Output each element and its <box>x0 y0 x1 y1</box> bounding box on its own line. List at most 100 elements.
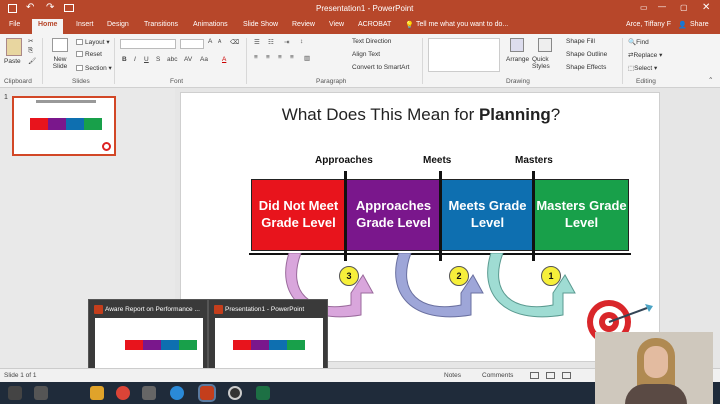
align-left-icon[interactable]: ≡ <box>254 54 258 61</box>
screencast-icon[interactable] <box>34 386 48 400</box>
text-direction-button[interactable]: Text Direction <box>352 38 391 45</box>
tab-slide-show[interactable]: Slide Show <box>243 21 278 28</box>
curved-arrow-1 <box>487 253 576 318</box>
ribbon-options-icon[interactable]: ▭ <box>640 3 648 12</box>
replace-button[interactable]: ⇄Replace ▾ <box>628 51 662 59</box>
redo-icon[interactable]: ↷ <box>46 2 54 13</box>
font-size-field[interactable] <box>180 39 204 49</box>
notes-button[interactable]: Notes <box>444 372 461 379</box>
box-meets[interactable]: Meets Grade Level <box>441 179 534 251</box>
reading-view-icon[interactable] <box>562 372 571 379</box>
quick-styles-button[interactable]: Quick Styles <box>532 56 554 70</box>
format-painter-icon[interactable]: 🖌 <box>28 57 36 65</box>
strikethrough-icon[interactable]: abc <box>167 56 177 63</box>
powerpoint-taskbar-icon[interactable] <box>198 384 216 402</box>
arrange-icon[interactable] <box>510 38 524 52</box>
select-button[interactable]: ⬚Select ▾ <box>628 64 657 72</box>
justify-icon[interactable]: ≡ <box>290 54 294 61</box>
maximize-button[interactable]: ▢ <box>680 3 688 12</box>
thumbnail-box-3 <box>66 118 84 130</box>
taskbar-preview-aware-report[interactable]: Aware Report on Performance ... <box>88 299 208 379</box>
tab-design[interactable]: Design <box>107 21 129 28</box>
box-masters[interactable]: Masters Grade Level <box>534 179 629 251</box>
font-color-icon[interactable]: A <box>222 56 226 63</box>
bullets-icon[interactable]: ☰ <box>254 38 260 46</box>
recorder-icon[interactable] <box>228 386 242 400</box>
arrange-button[interactable]: Arrange <box>506 56 529 63</box>
font-name-field[interactable] <box>120 39 176 49</box>
columns-icon[interactable]: ▥ <box>304 54 310 62</box>
box-did-not-meet[interactable]: Did Not Meet Grade Level <box>251 179 346 251</box>
tab-review[interactable]: Review <box>292 21 315 28</box>
change-case-icon[interactable]: Aa <box>200 56 208 63</box>
user-name[interactable]: Arce, Tiffany F <box>626 21 671 28</box>
start-icon[interactable] <box>8 386 22 400</box>
close-button[interactable]: ✕ <box>702 2 710 13</box>
layout-button[interactable]: Layout ▾ <box>76 38 110 46</box>
tell-me-search[interactable]: Tell me what you want to do... <box>416 21 508 28</box>
slide-thumbnail[interactable] <box>12 96 116 156</box>
shrink-font-icon[interactable]: A <box>218 39 221 45</box>
numbering-icon[interactable]: ☷ <box>268 38 274 46</box>
undo-icon[interactable]: ↶ <box>26 2 34 13</box>
save-icon[interactable] <box>8 4 17 13</box>
char-spacing-icon[interactable]: AV <box>184 56 192 63</box>
preview-box-3 <box>269 340 287 350</box>
present-icon[interactable] <box>64 4 74 12</box>
tab-acrobat[interactable]: ACROBAT <box>358 21 391 28</box>
cut-icon[interactable]: ✂ <box>28 37 33 45</box>
copy-icon[interactable]: ⎘ <box>28 47 33 55</box>
app-icon[interactable] <box>142 386 156 400</box>
underline-icon[interactable]: U <box>144 56 149 63</box>
tab-animations[interactable]: Animations <box>193 21 228 28</box>
quick-styles-icon[interactable] <box>538 38 552 52</box>
paste-button[interactable]: Paste <box>4 58 21 65</box>
find-button[interactable]: 🔍Find <box>628 38 649 46</box>
tab-transitions[interactable]: Transitions <box>144 21 178 28</box>
shadow-icon[interactable]: S <box>156 56 160 63</box>
new-slide-button[interactable]: New Slide <box>48 56 72 70</box>
webcam-overlay <box>595 332 713 404</box>
tab-home[interactable]: Home <box>32 19 64 34</box>
shape-effects-button[interactable]: Shape Effects <box>566 64 606 71</box>
normal-view-icon[interactable] <box>530 372 539 379</box>
new-slide-icon[interactable] <box>52 38 68 52</box>
editing-group-label: Editing <box>636 78 656 85</box>
minimize-button[interactable]: — <box>658 2 666 11</box>
tab-view[interactable]: View <box>329 21 344 28</box>
chrome-icon[interactable] <box>116 386 130 400</box>
share-button[interactable]: Share <box>690 21 709 28</box>
taskbar-preview-presentation1[interactable]: Presentation1 - PowerPoint <box>208 299 328 379</box>
excel-icon[interactable] <box>256 386 270 400</box>
tab-insert[interactable]: Insert <box>76 21 94 28</box>
comments-button[interactable]: Comments <box>482 372 513 379</box>
indent-icon[interactable]: ⇥ <box>284 38 289 46</box>
presenter-body <box>625 384 687 404</box>
paste-icon[interactable] <box>6 38 22 56</box>
section-button[interactable]: Section ▾ <box>76 64 112 72</box>
box-approaches[interactable]: Approaches Grade Level <box>346 179 441 251</box>
align-center-icon[interactable]: ≡ <box>266 54 270 61</box>
bold-icon[interactable]: B <box>122 56 127 63</box>
align-text-button[interactable]: Align Text <box>352 51 380 58</box>
collapse-ribbon-icon[interactable]: ⌃ <box>708 76 713 84</box>
reset-button[interactable]: Reset <box>76 51 102 58</box>
divider-meets <box>439 171 442 261</box>
convert-smartart-button[interactable]: Convert to SmartArt <box>352 64 409 71</box>
grow-font-icon[interactable]: A <box>208 38 212 45</box>
italic-icon[interactable]: I <box>134 56 136 63</box>
slide-title[interactable]: What Does This Mean for Planning? <box>181 105 661 125</box>
clear-format-icon[interactable]: ⌫ <box>230 38 239 46</box>
tab-file[interactable]: File <box>9 21 20 28</box>
shape-fill-button[interactable]: Shape Fill <box>566 38 595 45</box>
step-2-badge: 2 <box>449 266 469 286</box>
shapes-gallery[interactable] <box>428 38 500 72</box>
line-spacing-icon[interactable]: ↕ <box>300 38 303 45</box>
align-right-icon[interactable]: ≡ <box>278 54 282 61</box>
shape-outline-button[interactable]: Shape Outline <box>566 51 607 58</box>
file-explorer-icon[interactable] <box>90 386 104 400</box>
internet-explorer-icon[interactable] <box>170 386 184 400</box>
preview-box-4 <box>179 340 197 350</box>
slide-sorter-icon[interactable] <box>546 372 555 379</box>
slides-group-label: Slides <box>72 78 90 85</box>
